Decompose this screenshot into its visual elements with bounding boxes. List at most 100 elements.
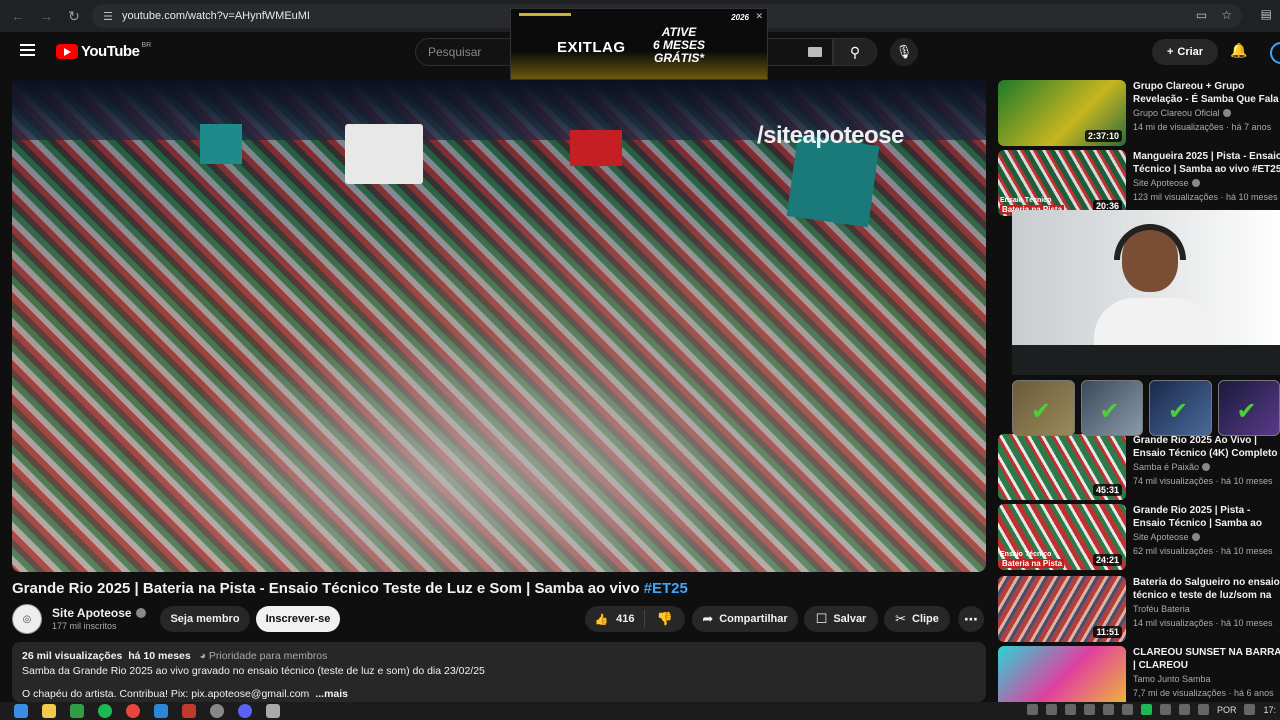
overlay-tile: ✔ xyxy=(1012,380,1075,436)
recommendation-channel[interactable]: Site Apoteose xyxy=(1133,178,1200,188)
ad-banner[interactable]: EXITLAG ATIVE 6 MESES GRÁTIS* 2026 ✕ xyxy=(510,8,768,80)
bookmark-star-icon[interactable]: ☆ xyxy=(1221,8,1232,22)
app-icon[interactable] xyxy=(210,704,224,718)
spotify-icon[interactable] xyxy=(98,704,112,718)
site-info-icon[interactable]: ☰ xyxy=(100,8,116,24)
recommendation-channel[interactable]: Samba é Paixão xyxy=(1133,462,1211,472)
chrome-icon[interactable] xyxy=(126,704,140,718)
subscribe-button[interactable]: Inscrever-se xyxy=(256,606,340,632)
recommendation-channel[interactable]: Troféu Bateria xyxy=(1133,604,1190,614)
tray-icon[interactable] xyxy=(1159,704,1171,715)
share-button[interactable]: ➦ Compartilhar xyxy=(692,606,798,632)
webcam-bottom-strip xyxy=(1012,345,1280,375)
headset-icon xyxy=(1114,224,1186,260)
plus-icon: + xyxy=(1166,46,1174,58)
app-icon[interactable] xyxy=(182,704,196,718)
app-icon[interactable] xyxy=(154,704,168,718)
volume-icon[interactable] xyxy=(1178,704,1190,715)
hashtag-link[interactable]: #ET25 xyxy=(644,580,688,597)
description-stats: 26 mil visualizações há 10 meses ◕ Prior… xyxy=(22,650,976,662)
recommendation-thumbnail[interactable]: 45:31 xyxy=(998,434,1126,500)
view-count: 26 mil visualizações xyxy=(22,650,123,662)
recommendation-thumbnail[interactable]: 11:51 xyxy=(998,576,1126,642)
recommendation-thumbnail[interactable]: Ensaio Técnico Bateria na Pista 24:21 xyxy=(998,504,1126,570)
recommendation-item[interactable]: 45:31 Grande Rio 2025 Ao Vivo | Ensaio T… xyxy=(998,434,1280,500)
recommendation-title[interactable]: Mangueira 2025 | Pista - Ensaio Técnico … xyxy=(1133,150,1280,176)
recommendation-title[interactable]: Grupo Clareou + Grupo Revelação - É Samb… xyxy=(1133,80,1280,106)
save-label: Salvar xyxy=(833,613,867,625)
bookmark-icon: ☐ xyxy=(815,611,828,626)
discord-icon[interactable] xyxy=(238,704,252,718)
overlay-tiles: ✔ ✔ ✔ ✔ xyxy=(1012,380,1280,438)
thumbnail-tag-small: Ensaio Técnico xyxy=(1000,551,1052,558)
clip-label: Clipe xyxy=(912,613,939,625)
tray-icon[interactable] xyxy=(1026,704,1038,715)
channel-name[interactable]: Site Apoteose xyxy=(52,606,146,620)
recommendation-item[interactable]: Ensaio Técnico Bateria na Pista 20:36 Ma… xyxy=(998,150,1280,216)
notifications-bell-icon[interactable]: 🔔 xyxy=(1230,42,1248,62)
file-explorer-icon[interactable] xyxy=(42,704,56,718)
recommendation-title[interactable]: CLAREOU SUNSET NA BARRA | CLAREOU xyxy=(1133,646,1280,672)
show-more-link[interactable]: ...mais xyxy=(315,688,348,700)
description-line: Samba da Grande Rio 2025 ao vivo gravado… xyxy=(22,665,485,677)
forward-icon[interactable]: → xyxy=(36,6,56,26)
video-title-text: Grande Rio 2025 | Bateria na Pista - Ens… xyxy=(12,580,644,597)
join-button[interactable]: Seja membro xyxy=(160,606,250,632)
recommendation-channel-text: Site Apoteose xyxy=(1133,532,1189,542)
tray-icon[interactable] xyxy=(1083,704,1095,715)
check-icon: ✔ xyxy=(1099,398,1120,425)
back-icon[interactable]: ← xyxy=(8,6,28,26)
tray-icon[interactable] xyxy=(1244,704,1256,715)
more-actions-icon[interactable]: ⋯ xyxy=(958,606,984,632)
settings-gear-icon[interactable] xyxy=(266,704,280,718)
extensions-icon[interactable]: ▤ xyxy=(1261,7,1272,21)
tray-icon[interactable] xyxy=(1121,704,1133,715)
create-button[interactable]: + Criar xyxy=(1152,39,1218,65)
youtube-logo[interactable]: YouTube BR xyxy=(56,42,151,60)
tray-icon[interactable] xyxy=(1102,704,1114,715)
video-scene-light-sign xyxy=(200,124,242,164)
recommendation-thumbnail[interactable]: 2:37:10 xyxy=(998,80,1126,146)
recommendation-item[interactable]: Ensaio Técnico Bateria na Pista 24:21 Gr… xyxy=(998,504,1280,570)
recommendation-title[interactable]: Grande Rio 2025 | Pista - Ensaio Técnico… xyxy=(1133,504,1280,530)
language-indicator[interactable]: POR xyxy=(1217,705,1237,715)
thumbs-down-icon: 👎 xyxy=(656,611,674,626)
windows-start-icon[interactable] xyxy=(14,704,28,718)
channel-avatar[interactable]: ◎ xyxy=(12,604,42,634)
recommendation-item[interactable]: 11:51 Bateria do Salgueiro no ensaio téc… xyxy=(998,576,1280,642)
network-icon[interactable] xyxy=(1197,704,1209,715)
recommendation-channel[interactable]: Site Apoteose xyxy=(1133,532,1200,542)
like-button[interactable]: 👍 416 xyxy=(585,610,645,628)
recommendation-channel[interactable]: Grupo Clareou Oficial xyxy=(1133,108,1231,118)
search-button[interactable]: ⚲ xyxy=(833,38,877,66)
clock[interactable]: 17: xyxy=(1263,705,1276,715)
overlay-tile: ✔ xyxy=(1217,380,1280,436)
cast-icon[interactable]: ▭ xyxy=(1196,8,1207,22)
thumbs-up-icon: 👍 xyxy=(594,613,609,626)
members-priority-text: Prioridade para membros xyxy=(208,650,328,662)
account-avatar[interactable] xyxy=(1270,42,1280,64)
recommendation-thumbnail[interactable]: Ensaio Técnico Bateria na Pista 20:36 xyxy=(998,150,1126,216)
recommendation-meta: 74 mil visualizações · há 10 meses xyxy=(1133,476,1273,486)
keyboard-icon[interactable] xyxy=(808,47,822,57)
video-player[interactable]: /siteapoteose xyxy=(12,80,986,572)
recommendation-item[interactable]: 2:37:10 Grupo Clareou + Grupo Revelação … xyxy=(998,80,1280,146)
save-button[interactable]: ☐ Salvar xyxy=(804,606,878,632)
ad-line-3: GRÁTIS* xyxy=(653,51,704,65)
description-box[interactable]: 26 mil visualizações há 10 meses ◕ Prior… xyxy=(12,642,986,702)
tray-icon[interactable] xyxy=(1064,704,1076,715)
dislike-button[interactable]: 👎 xyxy=(645,611,685,627)
tray-icon[interactable] xyxy=(1045,704,1057,715)
recommendation-meta: 14 mil visualizações · há 10 meses xyxy=(1133,618,1273,628)
recommendation-title[interactable]: Bateria do Salgueiro no ensaio técnico e… xyxy=(1133,576,1280,602)
app-icon[interactable] xyxy=(70,704,84,718)
clip-button[interactable]: ✂ Clipe xyxy=(884,606,950,632)
duration-badge: 2:37:10 xyxy=(1084,130,1122,142)
spotify-tray-icon[interactable] xyxy=(1140,704,1152,715)
ad-close-icon[interactable]: ✕ xyxy=(755,11,763,22)
reload-icon[interactable]: ↻ xyxy=(64,6,84,26)
recommendation-channel[interactable]: Tamo Junto Samba xyxy=(1133,674,1211,684)
menu-icon[interactable] xyxy=(20,44,35,56)
voice-search-button[interactable]: 🎙 xyxy=(890,38,918,66)
check-icon: ✔ xyxy=(1236,398,1257,425)
